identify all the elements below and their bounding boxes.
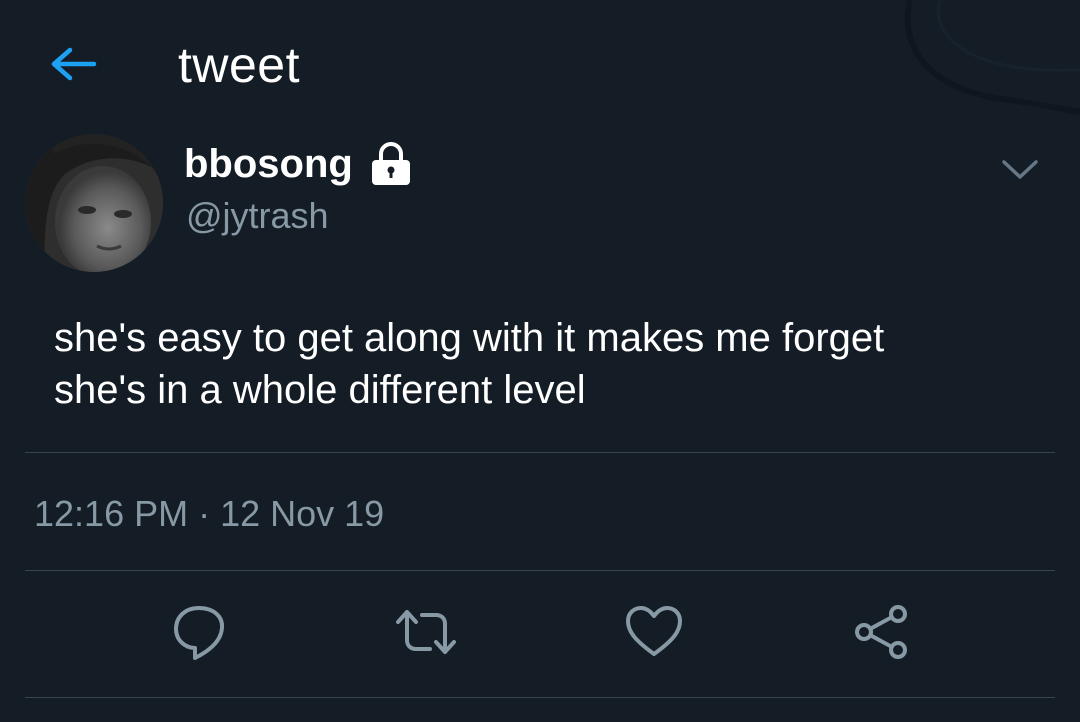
divider-top: [25, 452, 1055, 453]
share-button[interactable]: [850, 596, 914, 668]
reply-icon: [174, 606, 225, 660]
tweet-text: she's easy to get along with it makes me…: [54, 316, 885, 412]
divider-middle: [25, 570, 1055, 571]
tweet-timestamp: 12:16 PM · 12 Nov 19: [34, 493, 385, 534]
profile-photo: [25, 134, 163, 272]
share-icon: [855, 605, 907, 659]
retweet-button[interactable]: [394, 596, 458, 668]
divider-bottom: [25, 697, 1055, 698]
display-name[interactable]: bbosong: [184, 140, 353, 188]
avatar[interactable]: [25, 134, 163, 272]
author-name-row[interactable]: bbosong: [184, 140, 413, 188]
background-swoosh: [904, 0, 1080, 115]
back-button[interactable]: [46, 40, 102, 88]
page-title: tweet: [178, 37, 301, 93]
chevron-down-icon: [1002, 160, 1038, 179]
back-arrow-icon: [51, 47, 97, 81]
like-button[interactable]: [622, 596, 686, 668]
lock-icon: [371, 142, 410, 185]
tweet-actions: [0, 596, 1080, 676]
reply-button[interactable]: [167, 596, 231, 668]
top-bar: tweet: [0, 0, 1080, 120]
user-handle[interactable]: @jytrash: [186, 194, 329, 238]
like-icon: [626, 606, 682, 656]
retweet-icon: [396, 610, 456, 654]
tweet-menu-button[interactable]: [990, 150, 1050, 190]
